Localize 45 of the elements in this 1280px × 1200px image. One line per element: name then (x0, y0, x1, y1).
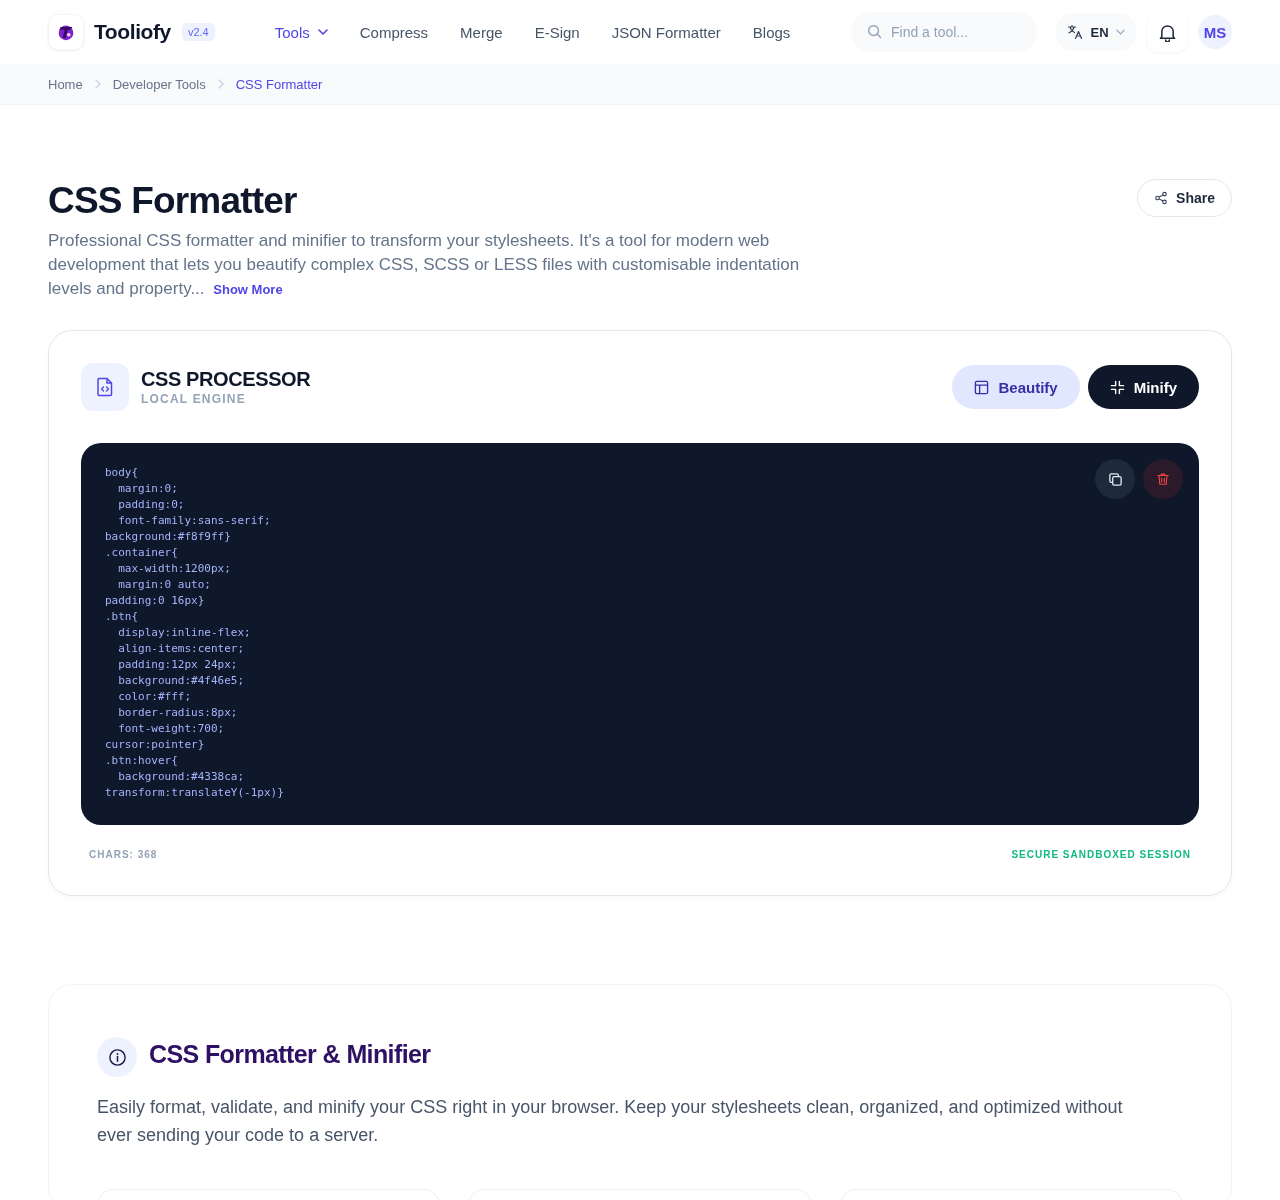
share-button[interactable]: Share (1137, 179, 1232, 217)
breadcrumb-link[interactable]: CSS Formatter (235, 76, 323, 92)
copy-button[interactable] (1095, 459, 1135, 499)
nav-link[interactable]: Tools (274, 23, 328, 41)
brand-name[interactable]: Tooliofy (94, 20, 171, 44)
nav-link[interactable]: Compress (359, 23, 429, 41)
copy-icon (1107, 471, 1123, 487)
chevron-right-icon (217, 79, 224, 89)
nav-link[interactable]: JSON Formatter (611, 23, 721, 41)
search-field[interactable]: Find a tool... (851, 12, 1037, 52)
page-title: CSS Formatter (48, 179, 298, 223)
chevron-down-icon (1115, 29, 1125, 35)
nav-link[interactable]: E-Sign (534, 23, 580, 41)
beautify-button[interactable]: Beautify (952, 365, 1080, 409)
section-heading: CSS Formatter & Minifier (149, 1039, 431, 1069)
nav-link[interactable]: Merge (460, 23, 503, 41)
breadcrumb-link[interactable]: Home (48, 76, 83, 92)
share-icon (1154, 191, 1169, 205)
chevron-down-icon (317, 29, 328, 35)
bell-icon (1158, 22, 1176, 42)
logo-icon[interactable] (48, 14, 84, 50)
show-more-link[interactable]: Show More (213, 282, 283, 297)
search-icon (867, 24, 882, 39)
character-count: CHARS: 368 (89, 849, 158, 860)
section-text: Easily format, validate, and minify your CSS right in your browser. Keep your stylesheets clean, organized, and optimized without ever sending your code to a server. (97, 1096, 1124, 1147)
code-file-icon (81, 363, 129, 411)
user-avatar[interactable]: MS (1198, 15, 1232, 49)
processor-subtitle: LOCAL ENGINE (141, 391, 247, 407)
processor-title: CSS PROCESSOR (141, 367, 311, 391)
session-status: SECURE SANDBOXED SESSION (1011, 849, 1191, 860)
breadcrumb-link[interactable]: Developer Tools (112, 76, 206, 92)
minify-button[interactable]: Minify (1087, 365, 1199, 409)
notifications-button[interactable] (1147, 12, 1187, 52)
layout-icon (974, 379, 990, 395)
minimize-icon (1109, 379, 1125, 395)
code-editor[interactable]: body{ margin:0; padding:0; font-family:sans-serif; background:#f8f9ff} .container{ max-width:1200px; margin:0 auto; padding:0 16px} .btn{ display:inline-flex; align-items:center; padding:12px 24px; background:#4f46e5; color:#fff; border-radius:8px; font-weight:700; cursor:pointer} .btn:hover{ background:#4338ca; transform:translateY(-1px)} (105, 465, 284, 801)
language-button[interactable]: EN (1055, 13, 1137, 51)
chevron-right-icon (94, 79, 101, 89)
info-icon (97, 1037, 137, 1077)
nav-link[interactable]: Blogs (752, 23, 791, 41)
version-badge: v2.4 (181, 23, 215, 41)
delete-button[interactable] (1143, 459, 1183, 499)
trash-icon (1156, 472, 1170, 486)
translate-icon (1067, 24, 1084, 40)
page-description: Professional CSS formatter and minifier to transform your stylesheets. It's a tool for modern web development that lets you beautify complex CSS, SCSS or LESS files with customisable indentation levels and property... Show More (48, 230, 801, 300)
